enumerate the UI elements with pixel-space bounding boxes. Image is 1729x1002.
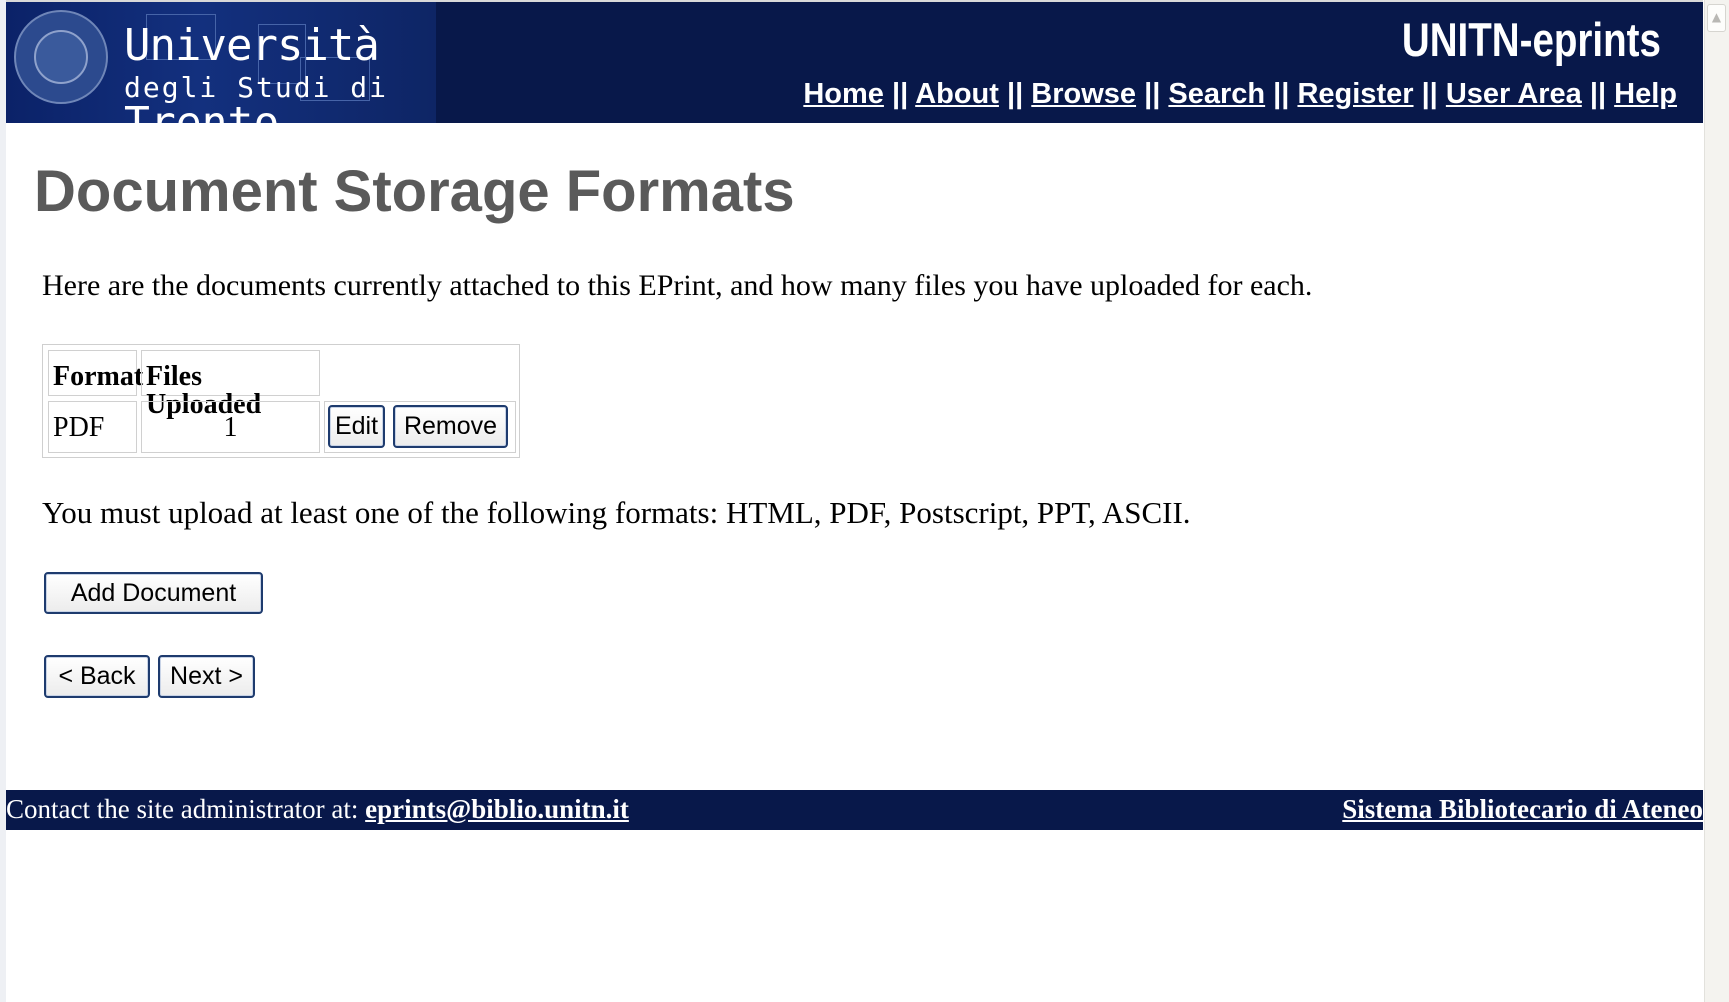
site-title: UNITN-eprints: [1401, 13, 1661, 66]
back-button[interactable]: < Back: [44, 655, 150, 698]
site-footer: Contact the site administrator at: eprin…: [6, 790, 1703, 830]
site-header: Università degli Studi di Trento UNITN-e…: [6, 0, 1703, 123]
nav-user-area[interactable]: User Area: [1446, 78, 1582, 110]
format-requirement-text: You must upload at least one of the foll…: [42, 495, 1191, 530]
add-document-button[interactable]: Add Document: [44, 572, 263, 614]
nav-home[interactable]: Home: [803, 78, 884, 110]
remove-button[interactable]: Remove: [393, 405, 508, 448]
scroll-up-arrow-icon[interactable]: ▲: [1707, 4, 1726, 32]
university-logo[interactable]: Università degli Studi di Trento: [6, 2, 436, 123]
contact-text: Contact the site administrator at: eprin…: [6, 794, 629, 824]
library-system-link[interactable]: Sistema Bibliotecario di Ateneo: [1342, 794, 1703, 825]
next-button[interactable]: Next >: [158, 655, 255, 698]
table-header-format: Format: [48, 350, 143, 396]
actions-cell: Edit Remove: [324, 401, 516, 453]
main-nav: Home || About || Browse || Search || Reg…: [803, 78, 1677, 110]
main-content: Document Storage Formats Here are the do…: [6, 123, 1703, 790]
files-uploaded-cell: 1: [141, 401, 320, 453]
university-seal-icon: [14, 10, 108, 104]
documents-table: Format Files Uploaded PDF 1 Edit Remove: [42, 344, 520, 458]
table-header-files-uploaded: Files Uploaded: [141, 350, 320, 419]
nav-search[interactable]: Search: [1168, 78, 1265, 110]
nav-browse[interactable]: Browse: [1031, 78, 1136, 110]
nav-register[interactable]: Register: [1297, 78, 1413, 110]
page-title: Document Storage Formats: [34, 159, 795, 224]
university-name-line1: Università: [124, 20, 380, 71]
vertical-scrollbar[interactable]: ▲: [1704, 0, 1729, 1002]
contact-email-link[interactable]: eprints@biblio.unitn.it: [365, 794, 629, 824]
edit-button[interactable]: Edit: [328, 405, 385, 448]
intro-text: Here are the documents currently attache…: [42, 269, 1313, 302]
university-name-line2: degli Studi di Trento: [124, 71, 389, 124]
nav-about[interactable]: About: [915, 78, 999, 110]
nav-help[interactable]: Help: [1614, 78, 1677, 110]
format-cell: PDF: [48, 401, 137, 453]
